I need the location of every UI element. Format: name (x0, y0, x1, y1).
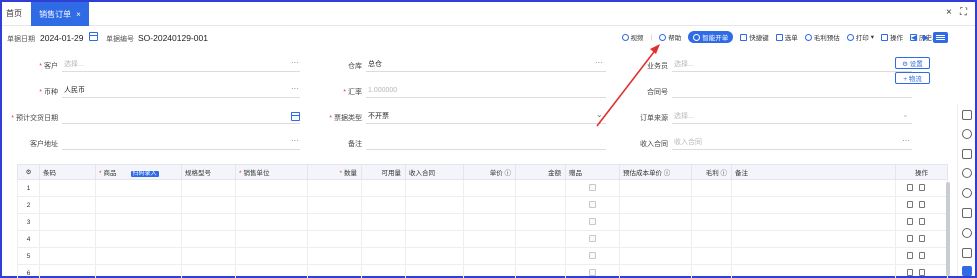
annotation-arrow (596, 44, 660, 127)
arrow-head (650, 44, 660, 54)
arrow-line (596, 47, 658, 127)
